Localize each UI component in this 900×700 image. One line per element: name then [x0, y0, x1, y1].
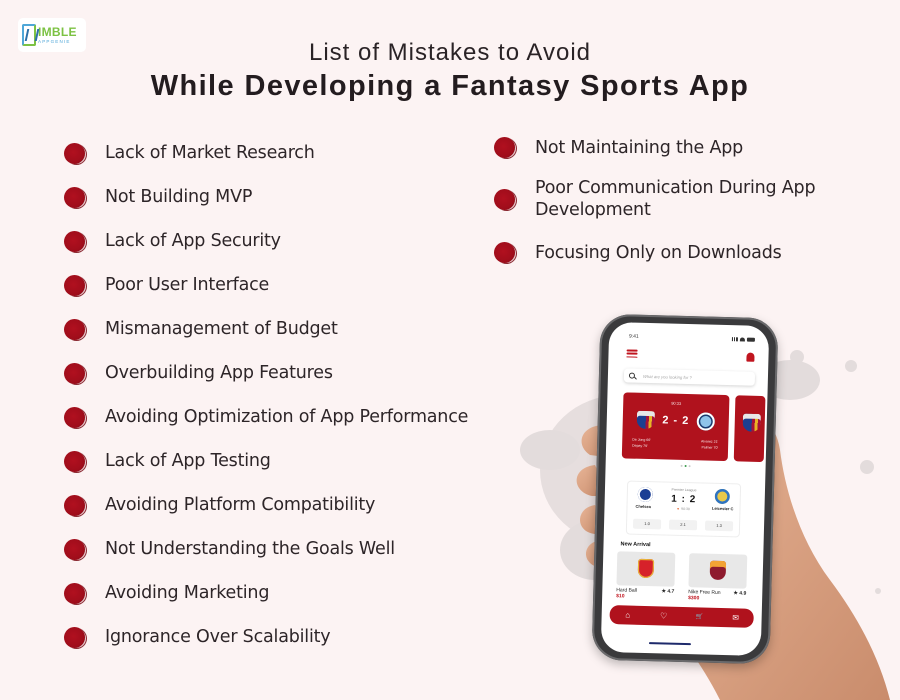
league-match-card[interactable]: Premier League 1 : 2 90:30 Chelsea Leice… — [625, 480, 742, 538]
away-scorers: Alvarez 21' Palmer 70' — [701, 438, 719, 450]
bullet-icon — [64, 406, 85, 428]
list-item: Not Understanding the Goals Well — [64, 527, 468, 571]
carousel-dots — [606, 463, 766, 469]
home-scorers: De Jong 66' Depay 79' — [632, 437, 651, 449]
search-bar[interactable]: What are you looking for ? — [623, 368, 756, 386]
product-image — [616, 551, 676, 587]
odds-button-away[interactable]: 1.3 — [704, 520, 734, 532]
list-item-text: Focusing Only on Downloads — [535, 242, 782, 263]
list-item: Overbuilding App Features — [64, 351, 468, 395]
list-item: Not Building MVP — [64, 175, 468, 219]
roma-crest-icon — [709, 560, 727, 581]
list-item: Lack of App Security — [64, 219, 468, 263]
list-item-text: Poor User Interface — [105, 275, 270, 295]
home-team-name: Chelsea — [635, 503, 651, 510]
bullet-icon — [64, 494, 85, 516]
scorer: Palmer 70' — [701, 445, 719, 450]
mistakes-list-right: Not Maintaining the App Poor Communicati… — [494, 134, 835, 282]
phone-mockup: 9:41 What are you looking for ? 90:33 2 … — [591, 313, 779, 665]
bullet-icon — [64, 318, 85, 340]
list-item-text: Avoiding Platform Compatibility — [105, 495, 376, 515]
scorer: Depay 79' — [632, 443, 648, 449]
home-icon[interactable]: ⌂ — [623, 610, 632, 619]
new-arrival-heading: New Arrival — [620, 541, 651, 549]
barcelona-crest-icon — [742, 413, 761, 432]
list-item-text: Not Understanding the Goals Well — [105, 539, 395, 559]
list-item: Avoiding Marketing — [64, 571, 468, 615]
bullet-icon — [64, 362, 85, 384]
list-item-text: Lack of App Security — [105, 231, 281, 251]
carousel-dot[interactable] — [688, 465, 691, 468]
arsenal-crest-icon — [637, 558, 655, 579]
match-time: 90:33 — [671, 400, 682, 406]
product-rating: 4.9 — [733, 590, 746, 596]
list-item-text: Avoiding Optimization of App Performance — [105, 407, 469, 427]
product-card[interactable]: Nike Free Run 4.9 $300 — [688, 553, 748, 603]
next-match-card[interactable] — [733, 395, 766, 463]
list-item: Lack of App Testing — [64, 439, 468, 483]
battery-icon — [746, 337, 755, 342]
man-city-crest-icon — [696, 412, 716, 431]
app-screen: 9:41 What are you looking for ? 90:33 2 … — [600, 321, 770, 657]
logo-wordmark: IMBLE — [38, 24, 77, 39]
featured-match-card[interactable]: 90:33 2 - 2 De Jong 66' Depay 79' Alvare… — [621, 392, 730, 462]
list-item: Avoiding Optimization of App Performance — [64, 395, 468, 439]
odds-row: 1.0 2.1 1.3 — [632, 518, 734, 532]
bullet-icon — [64, 142, 85, 164]
heart-icon[interactable]: ♡ — [659, 611, 668, 620]
bullet-icon — [64, 274, 85, 296]
list-item-text: Lack of Market Research — [105, 143, 315, 163]
bullet-icon — [64, 582, 85, 604]
list-item-text: Avoiding Marketing — [105, 583, 270, 603]
home-indicator[interactable] — [648, 642, 691, 646]
signal-icon — [731, 337, 738, 342]
bullet-icon — [64, 538, 85, 560]
notification-bell-icon[interactable] — [746, 352, 755, 362]
mistakes-list-left: Lack of Market Research Not Building MVP… — [64, 131, 468, 659]
bullet-icon — [64, 186, 85, 208]
page-title: While Developing a Fantasy Sports App — [150, 70, 750, 102]
bullet-icon — [64, 626, 85, 648]
list-item-text: Mismanagement of Budget — [105, 319, 338, 339]
search-placeholder: What are you looking for ? — [642, 373, 692, 380]
bottom-tab-bar: ⌂ ♡ 🛒 ✉ — [609, 605, 754, 628]
carousel-dot-active[interactable] — [684, 464, 687, 468]
list-item: Avoiding Platform Compatibility — [64, 483, 468, 527]
page-header: List of Mistakes to Avoid While Developi… — [0, 38, 900, 104]
product-card[interactable]: Hard Ball 4.7 $10 — [616, 551, 676, 601]
status-time: 9:41 — [628, 333, 639, 340]
hamburger-menu-icon[interactable] — [626, 349, 638, 359]
list-item-text: Not Building MVP — [105, 187, 253, 207]
page-subtitle: List of Mistakes to Avoid — [308, 39, 591, 66]
search-icon — [628, 372, 636, 379]
bullet-icon — [64, 230, 85, 252]
bullet-icon — [494, 137, 515, 158]
bullet-icon — [64, 450, 85, 472]
list-item-text: Not Maintaining the App — [535, 137, 744, 158]
product-rating: 4.7 — [661, 588, 674, 595]
bullet-icon — [494, 188, 515, 210]
list-item: Mismanagement of Budget — [64, 307, 468, 351]
list-item-text: Ignorance Over Scalability — [105, 627, 331, 647]
away-team-name: Leicester C — [711, 505, 734, 512]
bullet-icon — [494, 242, 515, 263]
odds-button-draw[interactable]: 2.1 — [668, 519, 698, 531]
product-image — [688, 553, 748, 589]
list-item: Lack of Market Research — [64, 131, 468, 175]
list-item-text: Lack of App Testing — [105, 451, 271, 471]
list-item: Poor Communication During App Developmen… — [494, 177, 835, 221]
list-item-text: Overbuilding App Features — [105, 363, 333, 383]
wifi-icon — [739, 337, 745, 342]
list-item: Poor User Interface — [64, 263, 468, 307]
list-item: Ignorance Over Scalability — [64, 615, 468, 659]
chat-icon[interactable]: ✉ — [731, 613, 740, 622]
list-item: Not Maintaining the App — [494, 134, 835, 161]
list-item-text: Poor Communication During App Developmen… — [535, 178, 816, 220]
status-bar: 9:41 — [629, 333, 755, 342]
cart-icon[interactable]: 🛒 — [695, 613, 704, 621]
carousel-dot[interactable] — [680, 464, 683, 467]
list-item: Focusing Only on Downloads — [494, 239, 835, 266]
odds-button-home[interactable]: 1.0 — [632, 518, 662, 530]
